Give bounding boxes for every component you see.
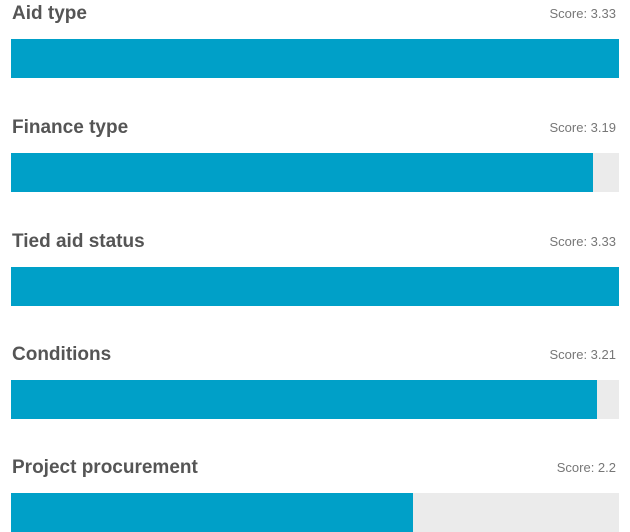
score-label: Score: 3.33 bbox=[549, 6, 617, 21]
bar-fill-project-procurement bbox=[11, 493, 413, 532]
bar-track bbox=[11, 380, 619, 419]
score-label: Score: 3.19 bbox=[549, 120, 617, 135]
bar-fill-conditions bbox=[11, 380, 597, 419]
bar-fill-tied-aid-status bbox=[11, 267, 619, 306]
category-label: Finance type bbox=[12, 117, 129, 138]
bar-fill-finance-type bbox=[11, 153, 593, 192]
score-label: Score: 3.21 bbox=[549, 347, 617, 362]
bar-track bbox=[11, 39, 619, 78]
bar-track bbox=[11, 493, 619, 532]
category-label: Tied aid status bbox=[12, 231, 145, 252]
bar-track bbox=[11, 153, 619, 192]
score-row-aid-type: Aid type Score: 3.33 bbox=[11, 2, 619, 78]
score-label: Score: 2.2 bbox=[556, 460, 616, 475]
score-row-project-procurement: Project procurement Score: 2.2 bbox=[11, 456, 619, 532]
bar-fill-aid-type bbox=[11, 39, 619, 78]
score-row-conditions: Conditions Score: 3.21 bbox=[11, 343, 619, 419]
category-label: Aid type bbox=[12, 3, 87, 24]
score-bar-chart: Aid type Score: 3.33 Finance type Score:… bbox=[0, 0, 630, 532]
score-label: Score: 3.33 bbox=[549, 234, 617, 249]
score-row-tied-aid-status: Tied aid status Score: 3.33 bbox=[11, 230, 619, 306]
bar-track bbox=[11, 267, 619, 306]
category-label: Conditions bbox=[12, 344, 112, 365]
category-label: Project procurement bbox=[12, 457, 198, 478]
score-row-finance-type: Finance type Score: 3.19 bbox=[11, 116, 619, 192]
